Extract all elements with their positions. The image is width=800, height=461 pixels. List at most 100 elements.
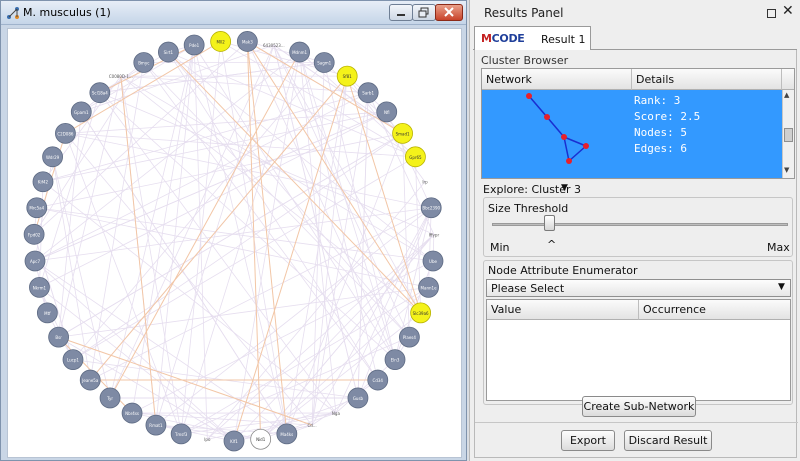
network-node[interactable]: Cd... [307,423,316,428]
discard-result-button[interactable]: Discard Result [624,430,712,451]
network-node[interactable]: Mdnm1 [289,41,311,63]
network-node[interactable]: Smad1 [392,122,413,144]
network-node[interactable]: Mak3 [236,31,258,52]
network-node[interactable]: Sagm1 [313,52,335,73]
column-header-details[interactable]: Details [632,69,782,90]
network-node[interactable]: Iffypr [429,232,440,237]
size-threshold-track[interactable] [492,223,788,226]
minimize-button[interactable] [389,4,413,21]
network-node-label: Nbr4ss [125,411,139,416]
enumerator-table: Value Occurrence [486,299,791,401]
network-node[interactable]: Eln3 [384,349,406,371]
network-node[interactable]: Fpd02 [23,223,45,245]
network-node[interactable]: Sarb1 [357,82,379,104]
network-node[interactable]: Mll2 [210,31,232,52]
network-node[interactable]: Gpam1 [70,101,92,123]
create-subnetwork-button[interactable]: Create Sub-Network [582,396,696,417]
network-node[interactable]: Tyr [99,387,121,409]
close-panel-icon[interactable]: ✕ [782,3,794,19]
highlighted-edge [246,41,288,434]
column-header-value[interactable]: Value [487,300,639,320]
network-node-label: Bmyc [138,60,149,65]
network-node-label: Gusb [353,396,364,401]
network-node[interactable]: Bsr [48,326,70,348]
attribute-select[interactable]: Please Select ▼ [486,279,791,297]
network-node-label: Nfl [384,110,390,115]
network-node[interactable]: Klf1 [223,430,245,452]
scroll-up-icon[interactable]: ▲ [784,91,789,99]
network-node-label: Tmsf3 [174,432,188,437]
network-node[interactable]: Tmsf3 [170,423,192,445]
network-node[interactable]: Kif42 [32,171,54,193]
network-node[interactable]: Irp [422,180,428,185]
network-node[interactable]: Lucp1 [62,349,84,371]
network-node[interactable]: Ube [422,250,444,272]
network-node[interactable]: Nbr4ss [121,402,143,424]
network-node-label: Pde1 [189,43,199,48]
cluster-browser-scrollbar[interactable]: ▲ ▼ [782,90,794,178]
network-node[interactable]: Rmat1 [145,414,167,436]
highlighted-edge [246,41,422,314]
scroll-thumb[interactable] [784,128,793,142]
highlighted-edge [109,51,301,399]
network-window-titlebar[interactable]: M. musculus (1) [1,1,466,25]
network-node[interactable]: Plaes4 [398,326,420,348]
network-node-label: Cd... [307,423,316,428]
network-node[interactable]: C2D086 [55,122,76,144]
network-node-label: Mdnm1 [292,50,307,55]
network-node[interactable]: Jeane5a [79,369,101,391]
network-node[interactable]: Pde1 [183,34,205,56]
explore-dropdown-icon[interactable]: ▼ [561,183,568,193]
restore-button[interactable] [412,4,436,21]
network-node[interactable]: Mtf [36,302,58,324]
network-node[interactable]: Ipo [204,437,211,442]
network-node[interactable]: Wdr29 [42,146,63,168]
network-node-label: Fpd02 [28,232,41,237]
network-node[interactable]: Gpr65 [405,146,426,168]
network-node-label: Slc39a6 [413,311,429,316]
network-window-title: M. musculus (1) [23,6,111,19]
cluster-node [566,158,572,164]
export-button[interactable]: Export [561,430,615,451]
network-node[interactable]: Cd34 [367,369,389,391]
network-node[interactable]: C0080D-1... [109,74,133,79]
network-node[interactable]: Slc39a6 [410,302,432,324]
network-edge [80,111,288,435]
network-node[interactable]: Scl18a4 [89,82,111,104]
result-tab-content: Cluster Browser Network Details Rank: 3 … [474,50,798,458]
enumerator-title: Node Attribute Enumerator [488,264,638,277]
network-node[interactable]: Bbc2390 [420,197,442,219]
network-node-label: Nkrm1 [33,285,47,290]
tab-result-1[interactable]: MCODE Result 1 [474,26,591,51]
network-canvas[interactable]: Mak3 6430523... Mdnm1 Sagm1 Sf81 Sarb1 Nfl Smad… [7,28,462,458]
network-node[interactable]: 6430523... [263,43,285,48]
close-window-button[interactable] [435,4,463,21]
network-node[interactable]: Bmyc [133,52,155,73]
network-edge [286,133,403,435]
network-node[interactable]: Nga [332,411,341,416]
network-node-label: Bsr [55,335,62,340]
network-node[interactable]: Sf81 [336,65,358,87]
network-node-label: Iffypr [429,232,440,237]
network-node[interactable]: Mrc5a4 [26,197,48,219]
column-header-occurrence[interactable]: Occurrence [639,300,790,320]
network-node[interactable]: Apc7 [24,250,46,272]
network-node[interactable]: Sirt1 [157,41,179,63]
size-threshold-thumb[interactable] [544,215,556,231]
chevron-down-icon: ▼ [778,282,785,292]
column-header-network[interactable]: Network [482,69,632,90]
network-node-label: Mll2 [217,39,226,44]
cluster-score: Score: 2.5 [634,110,701,123]
network-node[interactable]: Mann1e [418,276,439,298]
float-panel-icon[interactable] [767,9,776,18]
network-node[interactable]: Nid1 [250,428,272,450]
network-node[interactable]: Nfl [376,101,398,123]
network-graph[interactable]: Mak3 6430523... Mdnm1 Sagm1 Sf81 Sarb1 Nfl Smad… [8,29,461,457]
size-threshold-group: Size Threshold Min ^ Max [483,197,793,257]
network-node[interactable]: Nkrm1 [29,276,50,298]
scroll-down-icon[interactable]: ▼ [784,166,789,174]
network-node-label: Rmat1 [149,423,163,428]
network-node[interactable]: Ma4ks [276,423,298,445]
network-node[interactable]: Gusb [347,387,369,409]
cluster-row-selected[interactable]: Rank: 3 Score: 2.5 Nodes: 5 Edges: 6 [482,90,782,178]
